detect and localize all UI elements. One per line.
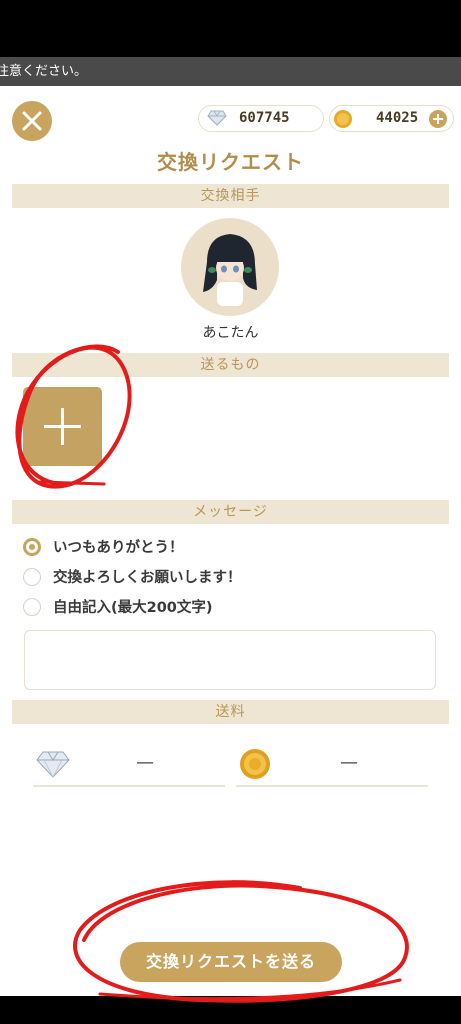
close-button[interactable] xyxy=(12,101,52,141)
free-text-input[interactable] xyxy=(24,630,436,690)
add-coin-button[interactable] xyxy=(428,109,448,129)
coin-icon xyxy=(334,110,352,128)
avatar[interactable] xyxy=(181,218,279,316)
notice-banner: 注意ください。 xyxy=(0,57,461,86)
radio-button[interactable] xyxy=(23,598,41,616)
partner-name: あこたん xyxy=(202,325,259,341)
radio-button[interactable] xyxy=(23,568,41,586)
close-icon xyxy=(22,111,42,131)
coin-icon xyxy=(240,749,270,779)
diamond-icon xyxy=(207,110,227,126)
shipping-diamond-fee: — xyxy=(33,742,225,787)
coin-fee-value: — xyxy=(340,752,358,773)
plus-icon xyxy=(44,408,81,445)
diamond-fee-value: — xyxy=(136,752,154,773)
section-shipping: 送料 xyxy=(12,700,449,724)
diamond-balance: 607745 xyxy=(198,105,324,132)
section-message: メッセージ xyxy=(12,500,449,524)
nav-bar xyxy=(0,996,461,1024)
message-option-label: いつもありがとう！ xyxy=(53,540,184,556)
section-send-items: 送るもの xyxy=(12,353,449,377)
section-partner: 交換相手 xyxy=(12,184,449,208)
partner-avatar-image xyxy=(203,234,257,306)
coin-count: 44025 xyxy=(376,110,419,126)
page-title: 交換リクエスト xyxy=(157,150,304,174)
diamond-icon xyxy=(36,751,70,778)
radio-button[interactable] xyxy=(23,538,41,556)
diamond-count: 607745 xyxy=(239,110,290,126)
message-option-label: 交換よろしくお願いします！ xyxy=(53,570,242,586)
coin-balance: 44025 xyxy=(329,105,454,132)
status-bar xyxy=(0,0,461,57)
message-option-label: 自由記入(最大200文字) xyxy=(53,600,213,616)
shipping-coin-fee: — xyxy=(236,742,428,787)
submit-request-button[interactable]: 交換リクエストを送る xyxy=(120,942,342,982)
add-item-button[interactable] xyxy=(23,387,102,466)
